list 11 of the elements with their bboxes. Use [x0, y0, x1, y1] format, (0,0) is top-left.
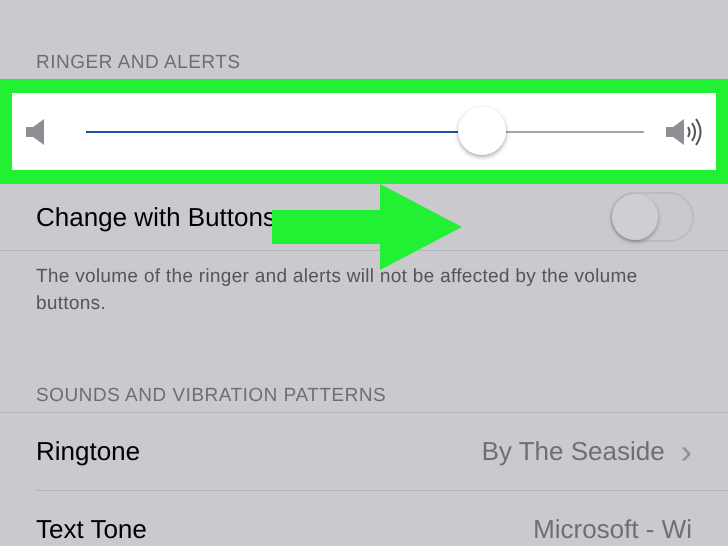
settings-row[interactable]: Ringtone By The Seaside › [0, 413, 728, 490]
loud-speaker-icon [666, 116, 702, 146]
section-header: RINGER AND ALERTS [35, 51, 242, 74]
speaker-icon [26, 118, 46, 144]
settings-row[interactable]: Text Tone Microsoft - Wi [36, 490, 728, 546]
row-label: Change with Buttons [36, 202, 277, 232]
volume-slider[interactable] [12, 93, 716, 170]
section-header: SOUNDS AND VIBRATION PATTERNS [35, 384, 388, 407]
footer-note: The volume of the ringer and alerts will not be affected by the volume buttons. [35, 265, 639, 316]
slider-thumb[interactable] [458, 106, 506, 154]
toggle-switch[interactable] [610, 192, 694, 242]
